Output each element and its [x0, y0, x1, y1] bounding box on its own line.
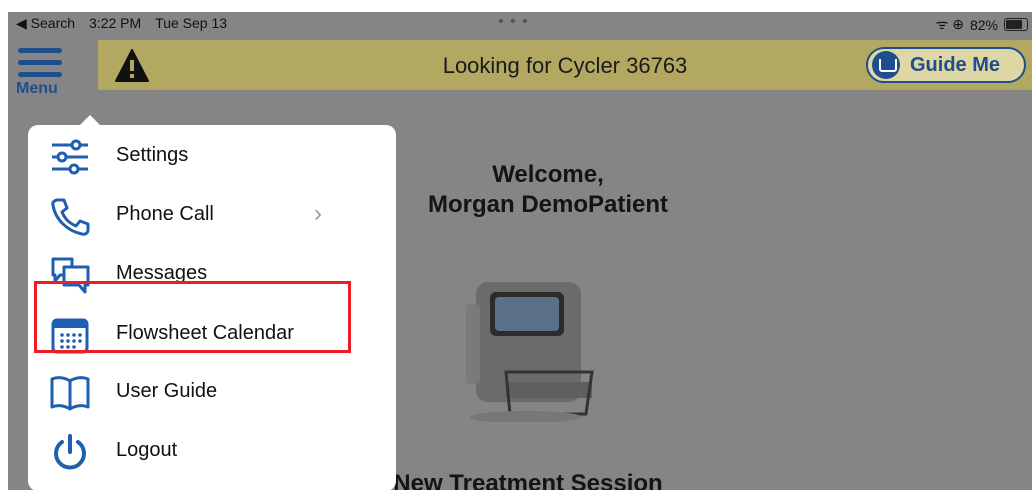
new-treatment-session-heading[interactable]: New Treatment Session	[368, 470, 688, 490]
welcome-line-2: Morgan DemoPatient	[427, 191, 669, 218]
back-to-search[interactable]: ◀ Search	[16, 15, 75, 32]
app-screen: ◀ Search 3:22 PM Tue Sep 13 • • • ᯤ ⊕ 82…	[8, 12, 1032, 490]
status-banner: Looking for Cycler 36763 Guide Me	[98, 40, 1032, 90]
menu-item-label: Phone Call	[116, 203, 214, 225]
sliders-icon	[52, 139, 88, 175]
multitasking-dots[interactable]: • • •	[498, 13, 529, 31]
menu-item-logout[interactable]: Logout	[28, 422, 396, 480]
guide-me-button[interactable]: Guide Me	[866, 47, 1026, 83]
battery-icon	[1004, 18, 1028, 31]
menu-item-label: Logout	[116, 439, 178, 461]
menu-button[interactable]: Menu	[16, 38, 76, 100]
chevron-right-icon: ›	[314, 200, 322, 227]
status-date: Tue Sep 13	[155, 15, 228, 31]
book-icon	[872, 51, 900, 79]
menu-item-label: User Guide	[116, 380, 218, 402]
cycler-device-image	[466, 282, 594, 422]
menu-item-phone-call[interactable]: Phone Call ›	[28, 186, 396, 244]
wifi-icon: ᯤ ⊕	[935, 16, 964, 32]
open-book-icon	[50, 376, 90, 411]
phone-icon	[51, 198, 90, 236]
status-time: 3:22 PM	[89, 15, 142, 31]
popover-arrow	[80, 115, 100, 125]
welcome-line-1: Welcome,	[492, 161, 604, 188]
menu-item-user-guide[interactable]: User Guide	[28, 363, 396, 421]
menu-item-settings[interactable]: Settings	[28, 127, 396, 185]
guide-me-label: Guide Me	[910, 53, 1001, 76]
menu-item-label: Settings	[116, 144, 189, 166]
welcome-message: Welcome, Morgan DemoPatient	[368, 160, 728, 220]
menu-label: Menu	[16, 80, 58, 97]
power-icon	[54, 434, 86, 470]
status-bar: ◀ Search 3:22 PM Tue Sep 13 • • • ᯤ ⊕ 82…	[8, 12, 1032, 36]
highlight-box	[34, 281, 351, 353]
battery-percent: 82%	[969, 16, 998, 33]
